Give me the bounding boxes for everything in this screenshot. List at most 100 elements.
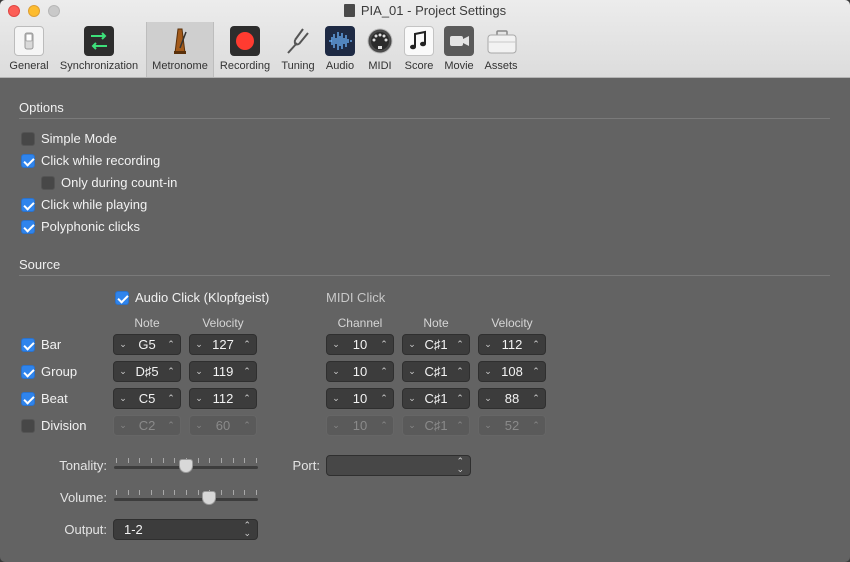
tab-metronome[interactable]: Metronome — [146, 22, 214, 77]
slider-tick — [128, 458, 129, 463]
beat-velocity-stepper[interactable]: ⌄ 112 ⌃ — [189, 388, 257, 409]
midi-port-icon — [365, 26, 395, 56]
midi-velocity-column-header: Velocity — [491, 316, 533, 330]
video-camera-icon — [444, 26, 474, 56]
only-during-count-in-checkbox[interactable] — [41, 176, 55, 190]
division-midi-velocity-stepper: ⌄ 52 ⌃ — [478, 415, 546, 436]
midi-note-column-header: Note — [423, 316, 449, 330]
slider-tick — [244, 458, 245, 463]
sync-arrows-icon — [84, 26, 114, 56]
chevron-up-icon[interactable]: ⌃ — [165, 337, 177, 352]
tab-general[interactable]: General — [6, 22, 52, 77]
tab-movie[interactable]: Movie — [440, 22, 478, 77]
title-bar: PIA_01 - Project Settings General Synchr… — [0, 0, 850, 78]
chevron-up-icon[interactable]: ⌃ — [378, 337, 390, 352]
bar-midi-velocity-stepper[interactable]: ⌄ 112 ⌃ — [478, 334, 546, 355]
chevron-up-icon[interactable]: ⌃ — [454, 391, 466, 406]
midi-channel-column-header: Channel — [337, 316, 383, 330]
division-velocity-stepper: ⌄ 60 ⌃ — [189, 415, 257, 436]
slider-tick — [256, 458, 257, 463]
volume-label: Volume: — [60, 490, 107, 505]
source-divider — [19, 275, 830, 276]
bar-label: Bar — [41, 337, 62, 352]
click-while-playing-label: Click while playing — [41, 197, 148, 212]
options-heading: Options — [19, 100, 64, 115]
tab-assets[interactable]: Assets — [480, 22, 522, 77]
slider-track — [114, 498, 258, 501]
click-while-recording-checkbox[interactable] — [21, 154, 35, 168]
slider-tick — [209, 458, 210, 463]
tab-midi[interactable]: MIDI — [362, 22, 398, 77]
group-midi-velocity-stepper[interactable]: ⌄ 108 ⌃ — [478, 361, 546, 382]
slider-tick — [244, 490, 245, 495]
slider-tick — [163, 458, 164, 463]
chevron-up-icon[interactable]: ⌃ — [378, 364, 390, 379]
slider-tick — [116, 458, 117, 463]
slider-thumb[interactable] — [202, 491, 216, 505]
slider-tick — [256, 490, 257, 495]
beat-midi-note-stepper[interactable]: ⌄ C♯1 ⌃ — [402, 388, 470, 409]
port-popup[interactable]: ⌃ ⌄ — [326, 455, 471, 476]
tab-recording[interactable]: Recording — [216, 22, 274, 77]
updown-chevron-icon: ⌃ ⌄ — [243, 520, 251, 538]
simple-mode-label: Simple Mode — [41, 131, 117, 146]
chevron-up-icon[interactable]: ⌃ — [530, 364, 542, 379]
bar-channel-stepper[interactable]: ⌄ 10 ⌃ — [326, 334, 394, 355]
audio-click-label: Audio Click (Klopfgeist) — [135, 290, 270, 305]
slider-tick — [139, 458, 140, 463]
slider-thumb[interactable] — [179, 459, 193, 473]
slider-tick — [151, 490, 152, 495]
slider-tick — [163, 490, 164, 495]
group-channel-stepper[interactable]: ⌄ 10 ⌃ — [326, 361, 394, 382]
slider-tick — [198, 458, 199, 463]
output-popup[interactable]: 1-2 ⌃ ⌄ — [113, 519, 258, 540]
tab-synchronization[interactable]: Synchronization — [56, 22, 142, 77]
chevron-up-icon[interactable]: ⌃ — [454, 337, 466, 352]
chevron-up-icon: ⌃ — [243, 420, 251, 430]
chevron-up-icon[interactable]: ⌃ — [530, 337, 542, 352]
click-while-playing-checkbox[interactable] — [21, 198, 35, 212]
chevron-up-icon[interactable]: ⌃ — [165, 391, 177, 406]
group-label: Group — [41, 364, 78, 379]
division-label: Division — [41, 418, 87, 433]
chevron-up-icon[interactable]: ⌃ — [454, 364, 466, 379]
tab-audio[interactable]: Audio — [320, 22, 360, 77]
options-divider — [19, 118, 830, 119]
record-icon — [230, 26, 260, 56]
chevron-up-icon[interactable]: ⌃ — [241, 364, 253, 379]
slider-tick — [151, 458, 152, 463]
slider-tick — [186, 490, 187, 495]
chevron-up-icon[interactable]: ⌃ — [165, 364, 177, 379]
polyphonic-clicks-checkbox[interactable] — [21, 220, 35, 234]
beat-channel-stepper[interactable]: ⌄ 10 ⌃ — [326, 388, 394, 409]
chevron-up-icon[interactable]: ⌃ — [378, 391, 390, 406]
group-velocity-stepper[interactable]: ⌄ 119 ⌃ — [189, 361, 257, 382]
tab-tuning[interactable]: Tuning — [278, 22, 318, 77]
beat-checkbox[interactable] — [21, 392, 35, 406]
beat-note-stepper[interactable]: ⌄ C5 ⌃ — [113, 388, 181, 409]
output-label: Output: — [64, 522, 107, 537]
bar-midi-note-stepper[interactable]: ⌄ C♯1 ⌃ — [402, 334, 470, 355]
group-note-stepper[interactable]: ⌄ D♯5 ⌃ — [113, 361, 181, 382]
bar-velocity-stepper[interactable]: ⌄ 127 ⌃ — [189, 334, 257, 355]
division-checkbox[interactable] — [21, 419, 35, 433]
slider-tick — [174, 458, 175, 463]
chevron-up-icon[interactable]: ⌃ — [241, 337, 253, 352]
tab-score[interactable]: Score — [400, 22, 438, 77]
bar-note-stepper[interactable]: ⌄ G5 ⌃ — [113, 334, 181, 355]
music-note-icon — [404, 26, 434, 56]
volume-slider[interactable] — [114, 488, 258, 510]
port-label: Port: — [292, 458, 320, 473]
tonality-slider[interactable] — [114, 456, 258, 478]
division-channel-stepper: ⌄ 10 ⌃ — [326, 415, 394, 436]
chevron-up-icon[interactable]: ⌃ — [530, 391, 542, 406]
click-while-recording-label: Click while recording — [41, 153, 161, 168]
group-checkbox[interactable] — [21, 365, 35, 379]
beat-midi-velocity-stepper[interactable]: ⌄ 88 ⌃ — [478, 388, 546, 409]
chevron-up-icon[interactable]: ⌃ — [241, 391, 253, 406]
simple-mode-checkbox[interactable] — [21, 132, 35, 146]
division-note-stepper: ⌄ C2 ⌃ — [113, 415, 181, 436]
group-midi-note-stepper[interactable]: ⌄ C♯1 ⌃ — [402, 361, 470, 382]
audio-click-checkbox[interactable] — [115, 291, 129, 305]
bar-checkbox[interactable] — [21, 338, 35, 352]
